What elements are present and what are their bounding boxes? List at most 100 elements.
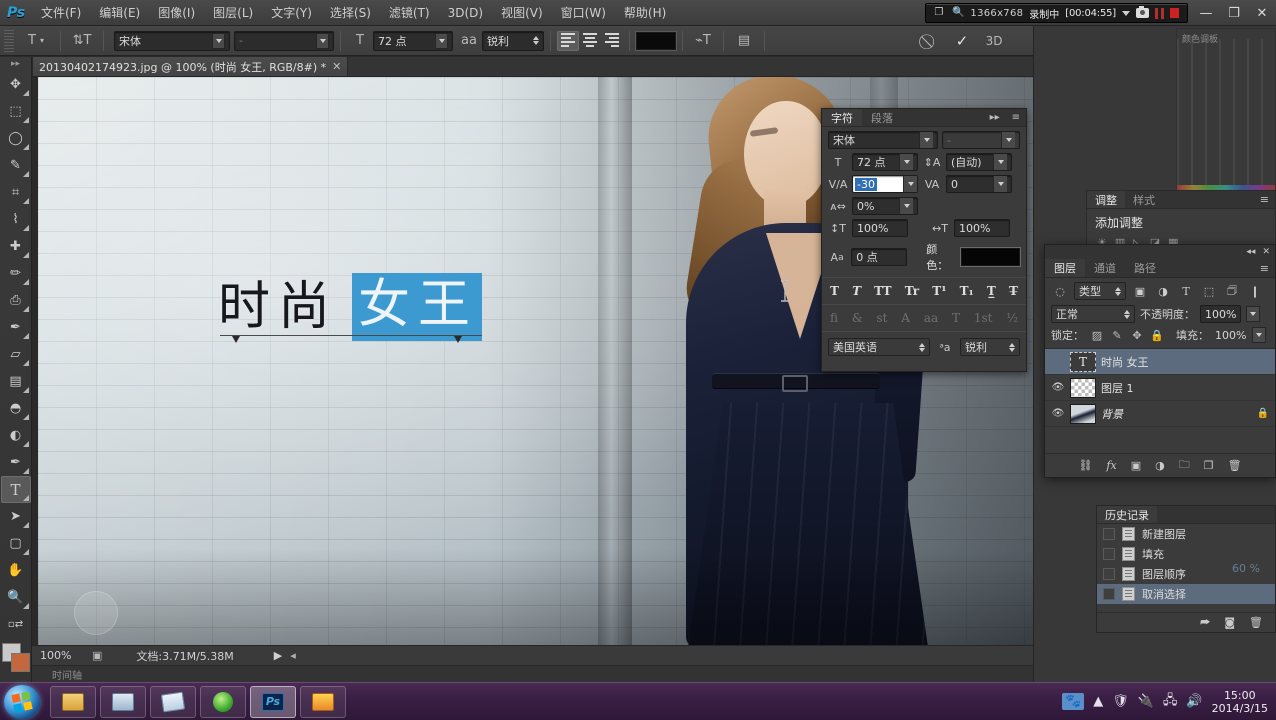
history-item[interactable]: 新建图层 [1097, 524, 1275, 544]
stepper-icon[interactable] [533, 36, 539, 45]
link-layers-icon[interactable]: ⛓ [1078, 459, 1092, 472]
shield-icon[interactable]: 🛡 [1112, 694, 1129, 709]
pixel-filter-icon[interactable]: ▣ [1131, 282, 1149, 300]
tab-paragraph[interactable]: 段落 [862, 109, 902, 126]
menu-view[interactable]: 视图(V) [492, 0, 552, 26]
delete-layer-icon[interactable]: 🗑 [1228, 459, 1242, 472]
history-snapshot-checkbox[interactable] [1103, 528, 1115, 540]
layer-thumbnail[interactable]: T [1070, 351, 1096, 372]
char-font-style-select[interactable]: - [942, 131, 1020, 149]
char-vscale-input[interactable]: 0% [852, 197, 918, 215]
type-filter-icon[interactable]: T [1177, 282, 1195, 300]
superscript-button[interactable]: T¹ [932, 284, 946, 298]
char-font-size-select[interactable]: 72 点 [852, 153, 918, 171]
tab-history[interactable]: 历史记录 [1097, 506, 1157, 523]
tab-adjustments[interactable]: 调整 [1087, 191, 1125, 208]
filter-toggle-icon[interactable]: ◌ [1051, 282, 1069, 300]
lock-all-icon[interactable]: 🔒 [1150, 329, 1164, 342]
stop-icon[interactable] [1170, 8, 1179, 18]
warp-text-icon[interactable]: ⌁T [690, 30, 716, 52]
stepper-icon[interactable] [919, 342, 925, 352]
chevron-down-icon[interactable] [993, 154, 1007, 170]
cancel-icon[interactable]: ⃠ [915, 30, 945, 52]
chevron-down-icon[interactable] [899, 154, 913, 170]
collapse-panel-icon[interactable]: ▸▸ [984, 109, 1006, 126]
quick-mask-toggle[interactable]: ▫⇄ [1, 611, 31, 638]
volume-icon[interactable]: 🔊 [1186, 694, 1202, 709]
fill-input[interactable]: 100% [1215, 329, 1246, 342]
char-kerning-input[interactable]: -30 [852, 175, 918, 193]
menu-help[interactable]: 帮助(H) [615, 0, 675, 26]
stepper-icon[interactable] [1124, 309, 1130, 319]
chevron-down-icon[interactable] [903, 176, 917, 192]
underline-button[interactable]: T̲ [987, 284, 996, 298]
minimize-button[interactable]: — [1192, 1, 1220, 25]
lock-image-icon[interactable]: ✎ [1110, 329, 1124, 342]
quick-select-tool[interactable]: ✎ [1, 152, 31, 179]
chevron-down-icon[interactable] [1252, 327, 1267, 343]
lock-transparency-icon[interactable]: ▨ [1090, 329, 1104, 342]
blend-mode-select[interactable]: 正常 [1051, 305, 1135, 323]
chevron-down-icon[interactable] [1122, 10, 1130, 16]
stepper-icon[interactable] [1009, 342, 1015, 352]
blur-tool[interactable]: ◓ [1, 395, 31, 422]
close-button[interactable]: ✕ [1248, 1, 1276, 25]
dodge-tool[interactable]: ◐ [1, 422, 31, 449]
chevron-down-icon[interactable] [212, 32, 225, 49]
canvas-text-layer[interactable]: 时尚 女王 [218, 273, 483, 341]
small-caps-button[interactable]: Tr [905, 284, 919, 298]
subscript-button[interactable]: T₁ [960, 284, 974, 298]
crop-tool[interactable]: ⌗ [1, 179, 31, 206]
new-document-from-state-icon[interactable]: ⮫ [1200, 616, 1210, 630]
contextual-alternates-button[interactable]: & [852, 311, 863, 325]
all-caps-button[interactable]: TT [874, 284, 891, 298]
char-scale-v-input[interactable]: 100% [852, 219, 908, 237]
align-left-button[interactable] [557, 30, 579, 51]
timeline-panel-tab[interactable]: 时间轴 [32, 665, 1033, 682]
restore-button[interactable]: ❐ [1220, 1, 1248, 25]
layer-style-icon[interactable]: fx [1106, 459, 1116, 472]
chevron-down-icon[interactable] [1001, 132, 1015, 148]
close-icon[interactable]: ✕ [332, 60, 341, 73]
collapse-panel-icon[interactable]: ◂◂ [1246, 247, 1255, 257]
smartobject-filter-icon[interactable]: 🗇 [1223, 282, 1241, 300]
chevron-down-icon[interactable] [993, 176, 1007, 192]
char-language-select[interactable]: 美国英语 [828, 338, 930, 356]
pen-tool[interactable]: ✒ [1, 449, 31, 476]
chevron-down-icon[interactable] [316, 32, 329, 49]
text-color-swatch[interactable] [636, 31, 676, 50]
taskbar-photoshop[interactable]: Ps [250, 685, 296, 718]
panel-menu-icon[interactable]: ≡ [1254, 191, 1275, 208]
tab-channels[interactable]: 通道 [1085, 259, 1125, 277]
antialias-select[interactable]: 锐利 [482, 30, 544, 51]
chevron-down-icon[interactable] [435, 32, 448, 49]
menu-layer[interactable]: 图层(L) [204, 0, 262, 26]
move-tool[interactable]: ✥ [1, 71, 31, 98]
tab-layers[interactable]: 图层 [1045, 259, 1085, 277]
panel-menu-icon[interactable]: ≡ [1006, 109, 1026, 126]
font-style-select[interactable]: - [234, 30, 334, 51]
healing-brush-tool[interactable]: ✚ [1, 233, 31, 260]
taskbar-calculator[interactable] [100, 685, 146, 718]
threed-button[interactable]: 3D [979, 30, 1009, 52]
menu-edit[interactable]: 编辑(E) [90, 0, 149, 26]
layer-mask-icon[interactable]: ▣ [1131, 459, 1141, 472]
adjustment-layer-icon[interactable]: ◑ [1155, 459, 1165, 472]
menu-file[interactable]: 文件(F) [32, 0, 90, 26]
swash-button[interactable]: A [901, 311, 910, 325]
lasso-tool[interactable]: ◯ [1, 125, 31, 152]
lock-position-icon[interactable]: ✥ [1130, 329, 1144, 342]
layer-thumbnail[interactable] [1070, 403, 1096, 424]
toggle-panels-icon[interactable]: ▤ [731, 30, 757, 52]
new-group-icon[interactable]: 🗀 [1179, 456, 1190, 475]
layer-row[interactable]: T 时尚 女王 [1045, 349, 1275, 375]
delete-state-icon[interactable]: 🗑 [1249, 616, 1263, 629]
menu-select[interactable]: 选择(S) [321, 0, 380, 26]
pause-icon[interactable] [1155, 7, 1164, 19]
commit-icon[interactable]: ✓ [947, 30, 977, 52]
menu-type[interactable]: 文字(Y) [262, 0, 321, 26]
history-snapshot-checkbox[interactable] [1103, 548, 1115, 560]
layer-filter-kind-select[interactable]: 类型 [1074, 282, 1126, 300]
taskbar-kuaibo[interactable] [300, 685, 346, 718]
marquee-tool[interactable]: ⬚ [1, 98, 31, 125]
